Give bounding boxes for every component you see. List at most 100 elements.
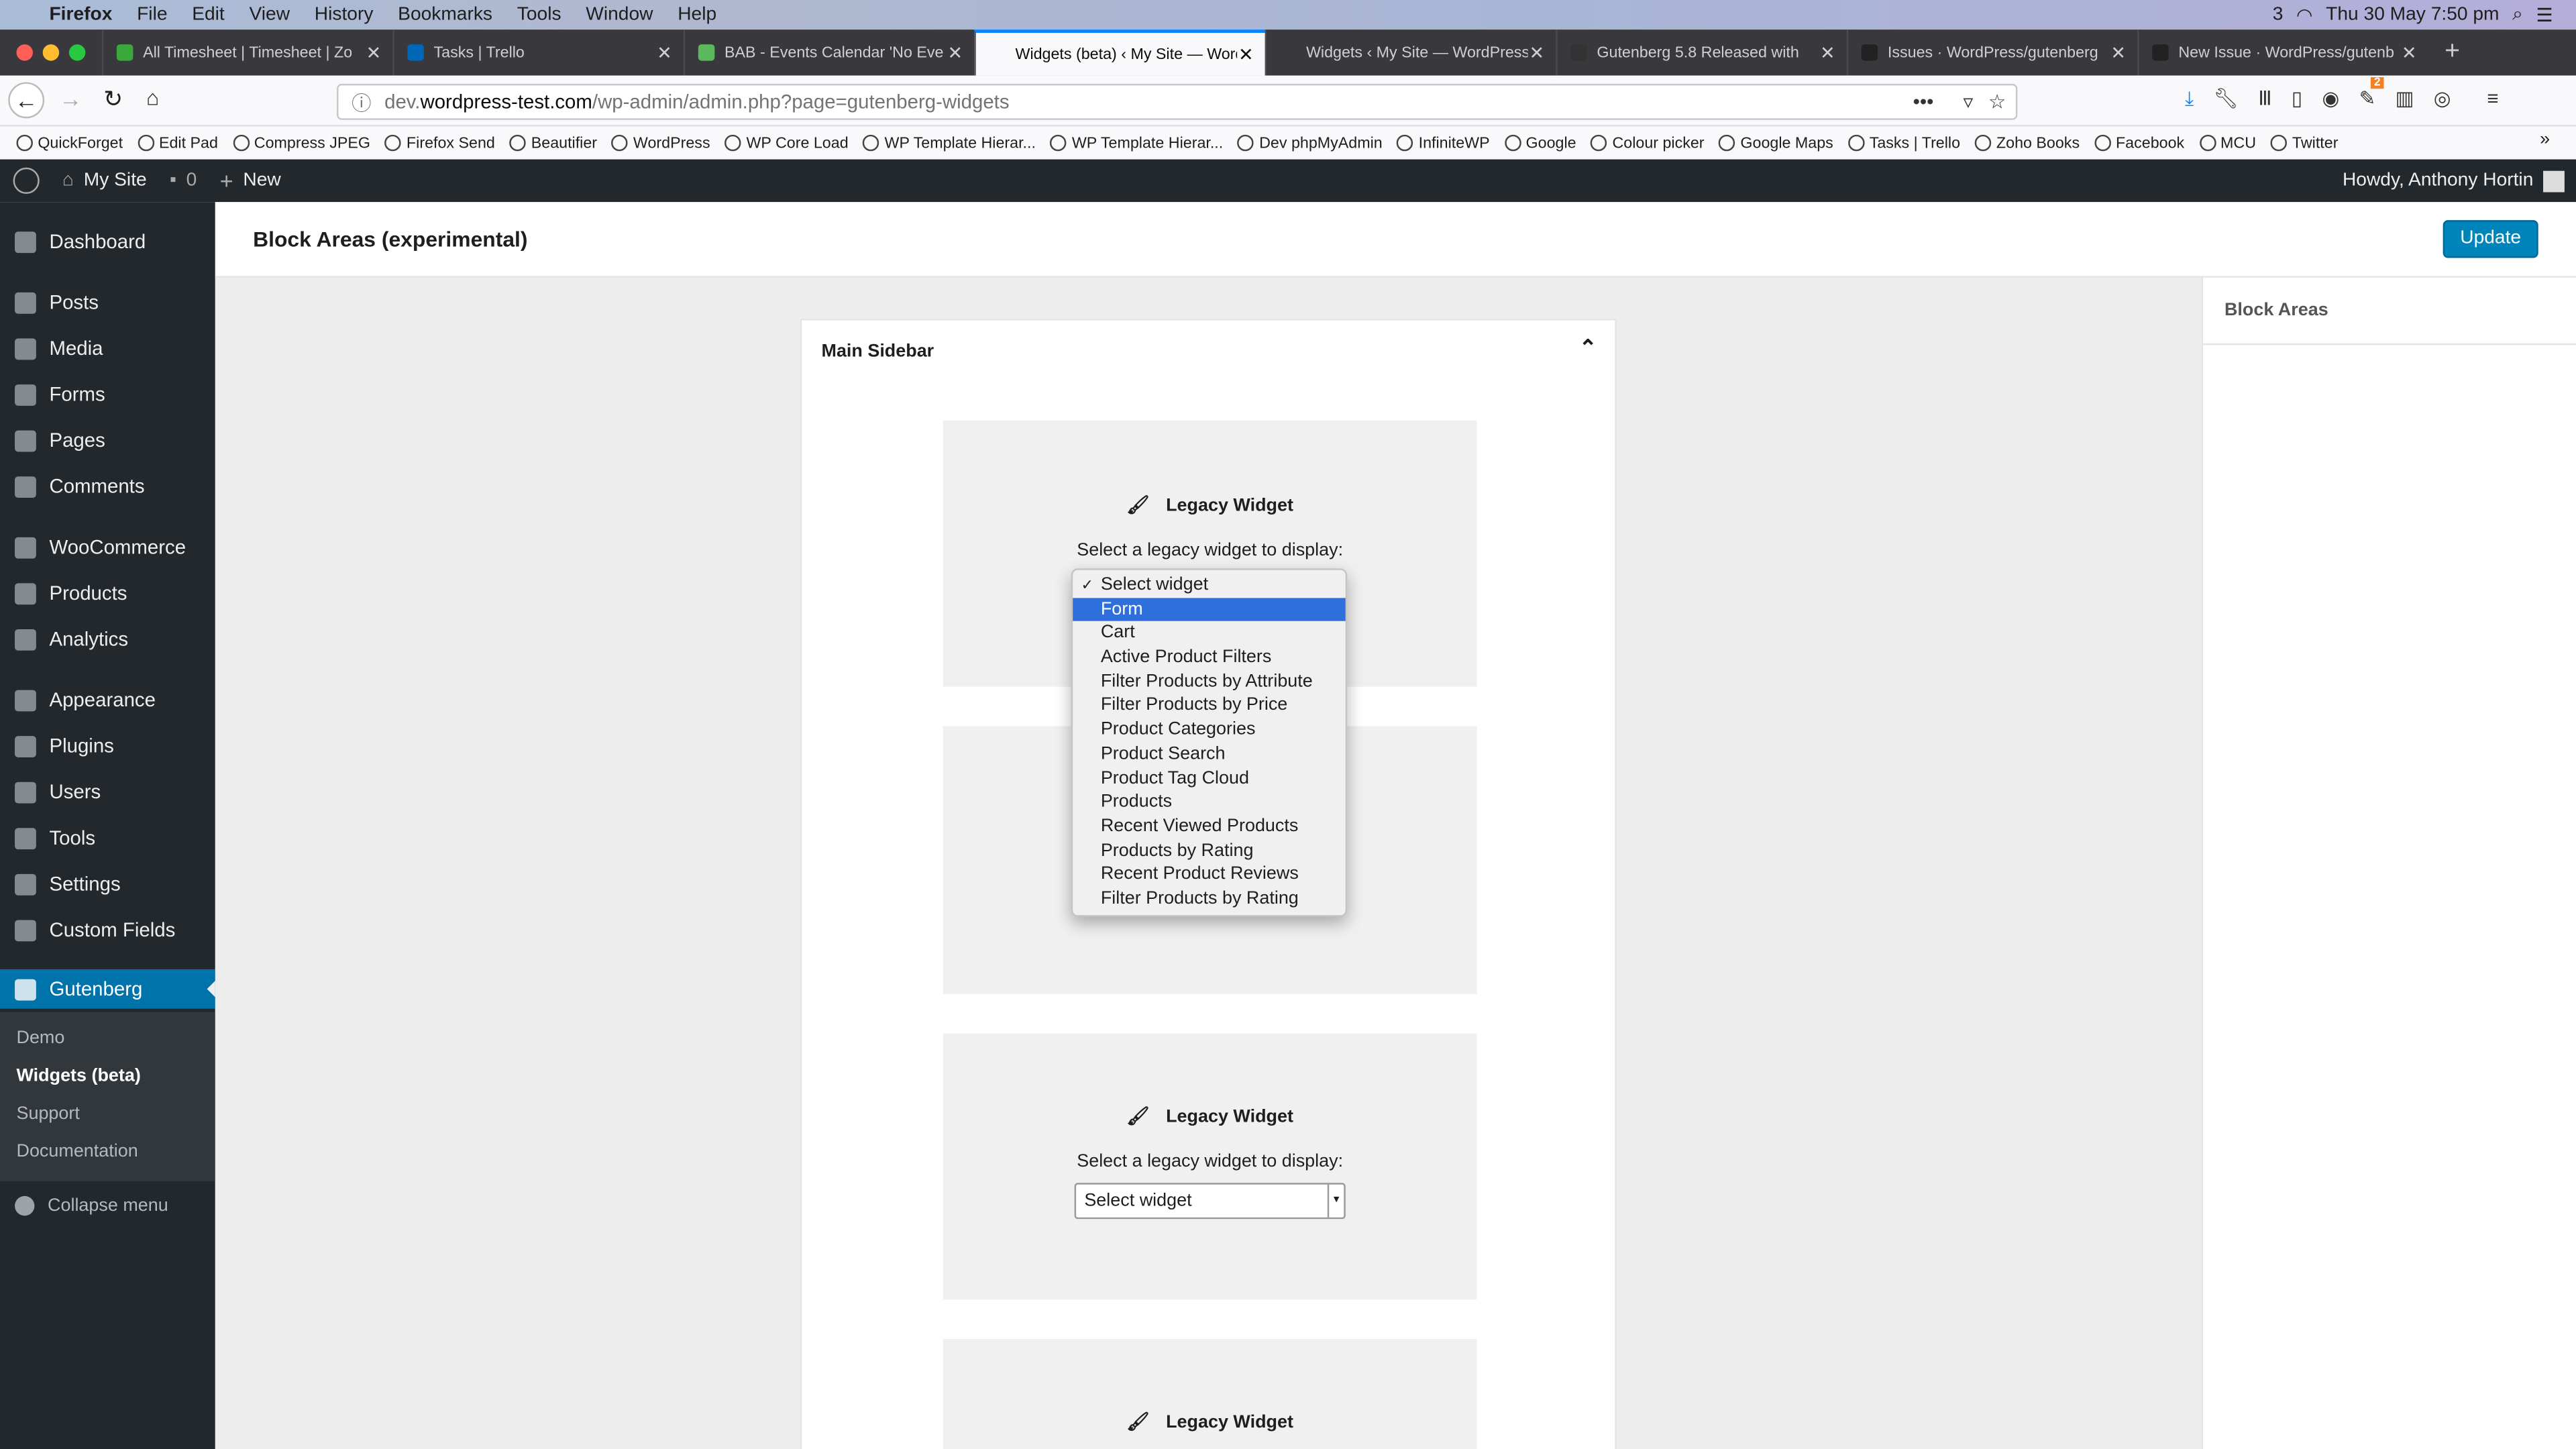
minimize-window-button[interactable] bbox=[42, 44, 60, 61]
bookmark-item[interactable]: WP Template Hierar... bbox=[1050, 134, 1223, 152]
bookmark-item[interactable]: Google bbox=[1504, 134, 1576, 152]
dropdown-option[interactable]: ✓ Select widget bbox=[1073, 574, 1346, 598]
bookmark-item[interactable]: WordPress bbox=[612, 134, 710, 152]
howdy-account[interactable]: Howdy, Anthony Hortin bbox=[2343, 171, 2533, 191]
close-tab-icon[interactable]: ✕ bbox=[1529, 42, 1544, 63]
sidebar-item-tools[interactable]: Tools bbox=[0, 818, 215, 858]
bookmark-item[interactable]: Compress JPEG bbox=[232, 134, 370, 152]
spotlight-icon[interactable]: ⌕ bbox=[2512, 4, 2523, 25]
dropdown-option[interactable]: Products by Rating bbox=[1073, 839, 1346, 863]
app-menu[interactable]: Firefox bbox=[49, 5, 112, 24]
menu-help[interactable]: Help bbox=[678, 5, 716, 24]
pocket-icon[interactable]: ▿ bbox=[1963, 91, 1973, 113]
sidebar-item-plugins[interactable]: Plugins bbox=[0, 726, 215, 765]
bookmark-star-icon[interactable]: ☆ bbox=[1988, 91, 2006, 113]
close-tab-icon[interactable]: ✕ bbox=[1820, 42, 1835, 63]
menu-history[interactable]: History bbox=[315, 5, 374, 24]
back-button[interactable]: ← bbox=[8, 82, 45, 119]
browser-tab[interactable]: Gutenberg 5.8 Released with ✕ bbox=[1556, 30, 1846, 76]
new-content-link[interactable]: New bbox=[243, 171, 280, 191]
bookmark-item[interactable]: InfiniteWP bbox=[1397, 134, 1490, 152]
sidebar-item-forms[interactable]: Forms bbox=[0, 374, 215, 414]
bookmark-item[interactable]: WP Core Load bbox=[724, 134, 849, 152]
sidebar-item-comments[interactable]: Comments bbox=[0, 467, 215, 506]
chevron-up-icon[interactable]: ⌃ bbox=[1579, 335, 1597, 362]
sidebar-item-dashboard[interactable]: Dashboard bbox=[0, 222, 215, 262]
dropdown-option[interactable]: Filter Products by Attribute bbox=[1073, 670, 1346, 694]
close-tab-icon[interactable]: ✕ bbox=[2110, 42, 2126, 63]
forward-button[interactable]: → bbox=[59, 85, 82, 111]
more-bookmarks-icon[interactable]: » bbox=[2540, 129, 2550, 149]
sidebar-item-products[interactable]: Products bbox=[0, 574, 215, 613]
new-tab-button[interactable]: + bbox=[2445, 38, 2460, 67]
wifi-icon[interactable]: ◠ bbox=[2296, 3, 2313, 26]
extension-badge-icon[interactable]: ✎ 2 bbox=[2359, 77, 2384, 112]
collapse-menu-button[interactable]: Collapse menu bbox=[0, 1186, 215, 1226]
sidebar-item-woocommerce[interactable]: WooCommerce bbox=[0, 527, 215, 567]
clock[interactable]: Thu 30 May 7:50 pm bbox=[2326, 5, 2499, 24]
close-tab-icon[interactable]: ✕ bbox=[948, 42, 963, 63]
dropdown-option[interactable]: Active Product Filters bbox=[1073, 646, 1346, 670]
close-tab-icon[interactable]: ✕ bbox=[657, 42, 672, 63]
avatar[interactable] bbox=[2543, 170, 2565, 192]
close-tab-icon[interactable]: ✕ bbox=[1238, 44, 1254, 64]
close-tab-icon[interactable]: ✕ bbox=[2402, 42, 2417, 63]
sidebar-item-gutenberg[interactable]: Gutenberg bbox=[0, 969, 215, 1009]
bookmark-item[interactable]: Google Maps bbox=[1719, 134, 1833, 152]
sidebar-item-pages[interactable]: Pages bbox=[0, 421, 215, 460]
bookmark-item[interactable]: Twitter bbox=[2271, 134, 2338, 152]
sidebar-tab-block-areas[interactable]: Block Areas bbox=[2203, 278, 2576, 345]
dropdown-option[interactable]: Products bbox=[1073, 790, 1346, 814]
account-icon[interactable]: ◎ bbox=[2434, 87, 2451, 112]
bookmark-item[interactable]: Colour picker bbox=[1591, 134, 1705, 152]
library-icon[interactable]: Ⅲ bbox=[2258, 87, 2271, 112]
bookmark-item[interactable]: WP Template Hierar... bbox=[863, 134, 1036, 152]
comments-count[interactable]: 0 bbox=[186, 171, 197, 191]
downloads-icon[interactable]: ⤓ bbox=[2185, 87, 2194, 112]
dropdown-option[interactable]: Recent Product Reviews bbox=[1073, 863, 1346, 887]
url-bar[interactable]: ⓘ dev. wordpress-test.com/wp-admin/admin.… bbox=[337, 83, 2018, 120]
bookmark-item[interactable]: QuickForget bbox=[16, 134, 123, 152]
sidebar-icon[interactable]: ▯ bbox=[2292, 87, 2302, 112]
zoom-window-button[interactable] bbox=[68, 44, 86, 61]
widget-select[interactable]: Select widget ▾ bbox=[1074, 1183, 1346, 1220]
site-link[interactable]: My Site bbox=[84, 171, 147, 191]
dropdown-option[interactable]: Product Tag Cloud bbox=[1073, 766, 1346, 790]
submenu-support[interactable]: Support bbox=[16, 1104, 79, 1124]
bookmark-item[interactable]: Zoho Books bbox=[1975, 134, 2080, 152]
notification-center-icon[interactable]: ☰ bbox=[2536, 3, 2553, 26]
legacy-widget-block[interactable]: 🖌︎ Legacy Widget Select a legacy widget t… bbox=[943, 1033, 1477, 1300]
menu-bookmarks[interactable]: Bookmarks bbox=[398, 5, 492, 24]
bookmark-item[interactable]: Beautifier bbox=[509, 134, 597, 152]
browser-tab[interactable]: Widgets (beta) ‹ My Site — WordP ✕ bbox=[974, 30, 1265, 76]
menu-view[interactable]: View bbox=[250, 5, 290, 24]
browser-tab[interactable]: Issues · WordPress/gutenberg ✕ bbox=[1846, 30, 2137, 76]
extension-icon[interactable]: ◉ bbox=[2322, 87, 2340, 112]
panel-title[interactable]: Main Sidebar bbox=[822, 341, 934, 361]
close-window-button[interactable] bbox=[16, 44, 33, 61]
close-tab-icon[interactable]: ✕ bbox=[366, 42, 382, 63]
sidebar-item-posts[interactable]: Posts bbox=[0, 282, 215, 322]
browser-tab[interactable]: All Timesheet | Timesheet | Zo ✕ bbox=[101, 30, 392, 76]
bookmark-item[interactable]: Firefox Send bbox=[385, 134, 495, 152]
submenu-widgets-beta[interactable]: Widgets (beta) bbox=[16, 1066, 140, 1085]
menu-file[interactable]: File bbox=[137, 5, 167, 24]
browser-tab[interactable]: New Issue · WordPress/gutenb ✕ bbox=[2137, 30, 2428, 76]
sidebar-item-media[interactable]: Media bbox=[0, 329, 215, 368]
dropdown-option[interactable]: Product Categories bbox=[1073, 718, 1346, 743]
dropdown-option[interactable]: Form bbox=[1073, 597, 1346, 622]
home-button[interactable]: ⌂ bbox=[146, 85, 159, 110]
browser-tab[interactable]: Tasks | Trello ✕ bbox=[392, 30, 683, 76]
submenu-documentation[interactable]: Documentation bbox=[16, 1142, 138, 1161]
reload-button[interactable]: ↻ bbox=[103, 85, 123, 113]
menu-window[interactable]: Window bbox=[586, 5, 653, 24]
widget-dropdown-list[interactable]: ✓ Select widget Form Cart Active Product Fil… bbox=[1071, 568, 1348, 917]
dropdown-option[interactable]: Recent Viewed Products bbox=[1073, 814, 1346, 839]
sidebar-item-custom-fields[interactable]: Custom Fields bbox=[0, 910, 215, 950]
info-icon[interactable]: ⓘ bbox=[352, 88, 371, 116]
menu-edit[interactable]: Edit bbox=[192, 5, 225, 24]
sidebar-item-appearance[interactable]: Appearance bbox=[0, 680, 215, 720]
menu-tools[interactable]: Tools bbox=[517, 5, 561, 24]
bookmark-item[interactable]: Facebook bbox=[2094, 134, 2184, 152]
browser-tab[interactable]: BAB - Events Calendar 'No Eve ✕ bbox=[683, 30, 974, 76]
